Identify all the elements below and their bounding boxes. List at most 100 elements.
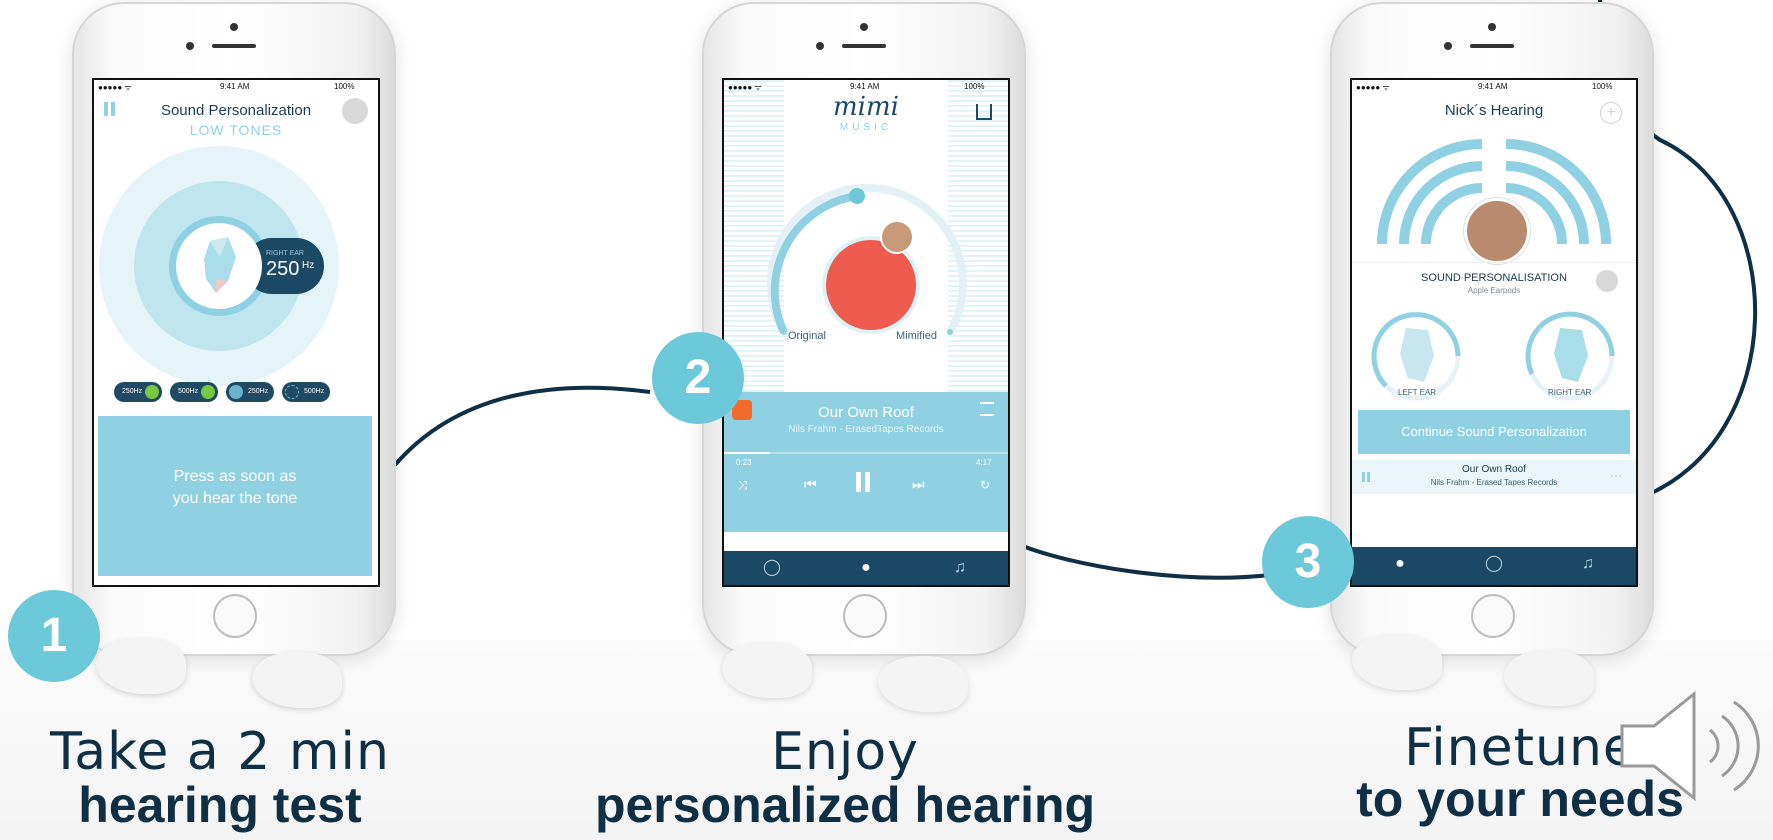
mini-artist: Nils Frahm - Erased Tapes Records	[1430, 478, 1558, 487]
mini-track: Our Own Roof	[1462, 464, 1526, 475]
shuffle-icon[interactable]: ⤨	[738, 478, 748, 493]
press-text-line1: Press as soon as	[173, 468, 297, 485]
tab-bar: ● ◯ ♫	[1352, 547, 1636, 585]
track-artist: Nils Frahm - ErasedTapes Records	[788, 424, 944, 435]
check-icon	[201, 385, 215, 399]
phone-camera	[860, 23, 868, 31]
music-tab-icon[interactable]: ♫	[1578, 554, 1598, 574]
step-1-caption: Take a 2 min hearing test	[30, 722, 410, 834]
time-elapsed: 0:23	[736, 458, 752, 467]
earphones-icon[interactable]	[342, 98, 368, 124]
user-avatar[interactable]	[1464, 198, 1530, 264]
step-badge-3: 3	[1262, 516, 1354, 608]
status-time: 9:41 AM	[1478, 82, 1508, 91]
mimi-tab-icon[interactable]: ●	[856, 558, 876, 578]
phone-speaker	[842, 44, 886, 48]
signal-icon: ●●●●● ᯤ	[98, 83, 132, 92]
phone-sensor	[816, 42, 824, 50]
section-subtitle: Apple Earpods	[1467, 286, 1521, 295]
freq-chip[interactable]: 250Hz	[114, 382, 162, 402]
freq-chip[interactable]: 500Hz	[282, 382, 330, 402]
phone-2: ●●●●● ᯤ 9:41 AM 100% mimi MUSIC Original…	[702, 2, 1026, 656]
music-tab-icon[interactable]: ♫	[950, 558, 970, 578]
caption-bold: personalized hearing	[594, 777, 1096, 833]
ear-icon-bg	[176, 223, 262, 309]
status-time: 9:41 AM	[850, 82, 880, 91]
profile-tab-icon[interactable]: ◯	[762, 558, 782, 578]
user-avatar[interactable]	[880, 220, 914, 254]
app-logo: mimi	[833, 92, 899, 122]
phone-sensor	[1444, 42, 1452, 50]
section-title: SOUND PERSONALISATION	[1421, 272, 1567, 284]
phone-camera	[1488, 23, 1496, 31]
pause-icon[interactable]	[856, 472, 861, 492]
share-icon[interactable]	[976, 104, 992, 120]
status-bar: ●●●●● ᯤ 9:41 AM 100%	[1352, 82, 1636, 92]
caption-light: Enjoy	[771, 722, 919, 782]
signal-icon: ●●●●● ᯤ	[1356, 83, 1390, 92]
label-original: Original	[788, 330, 826, 342]
status-bar: ●●●●● ᯤ 9:41 AM 100%	[724, 82, 1008, 92]
mimi-tab-icon[interactable]: ◯	[1484, 554, 1504, 574]
screen-title: Nick´s Hearing	[1444, 102, 1544, 119]
screen-title: Sound Personalization	[160, 102, 312, 119]
home-button	[213, 594, 257, 638]
chip-label: 250Hz	[248, 388, 269, 395]
freq-chip[interactable]: 500Hz	[170, 382, 218, 402]
add-icon[interactable]: +	[1600, 102, 1622, 124]
speaker-volume-icon	[1620, 690, 1760, 802]
phone-camera	[230, 23, 238, 31]
divider	[1352, 262, 1636, 263]
step-2-caption: Enjoy personalized hearing	[580, 722, 1110, 834]
step-badge-1: 1	[8, 590, 100, 682]
freq-value: 250	[266, 258, 300, 280]
left-ear-label: LEFT EAR	[1398, 388, 1437, 397]
continue-button[interactable]: Continue Sound Personalization	[1358, 410, 1630, 454]
time-total: 4:17	[976, 458, 992, 467]
status-battery: 100%	[334, 82, 355, 91]
status-battery: 100%	[964, 82, 985, 91]
ear-icon	[204, 237, 236, 293]
mini-player[interactable]: Our Own Roof Nils Frahm - Erased Tapes R…	[1352, 460, 1636, 494]
screen-hearing-test: ●●●●● ᯤ 9:41 AM 100% Sound Personalizati…	[92, 78, 380, 587]
chip-label: 500Hz	[178, 388, 199, 395]
progress-fill	[724, 452, 770, 454]
previous-icon[interactable]: ⏮	[804, 476, 817, 493]
next-icon[interactable]: ⏭	[912, 476, 925, 493]
pending-dot-icon	[285, 385, 299, 399]
phone-speaker	[1470, 44, 1514, 48]
home-button	[1471, 594, 1515, 638]
screen-music-player: ●●●●● ᯤ 9:41 AM 100% mimi MUSIC Original…	[722, 78, 1010, 587]
phone-1: ●●●●● ᯤ 9:41 AM 100% Sound Personalizati…	[72, 2, 396, 656]
chip-label: 250Hz	[122, 388, 143, 395]
player-panel: Our Own Roof Nils Frahm - ErasedTapes Re…	[724, 392, 1008, 532]
check-icon	[145, 385, 159, 399]
ear-label: RIGHT EAR	[266, 250, 304, 257]
status-time: 9:41 AM	[220, 82, 250, 91]
screen-subtitle: LOW TONES	[189, 122, 283, 138]
status-bar: ●●●●● ᯤ 9:41 AM 100%	[94, 82, 378, 92]
earphones-icon[interactable]	[1596, 270, 1618, 292]
press-text-line2: you hear the tone	[172, 490, 298, 507]
progress-dot-icon	[229, 385, 243, 399]
screen-hearing-profile: ●●●●● ᯤ 9:41 AM 100% Nick´s Hearing + SO…	[1350, 78, 1638, 587]
track-title: Our Own Roof	[818, 404, 914, 421]
label-mimified: Mimified	[896, 330, 937, 342]
tab-bar: ◯ ● ♫	[724, 551, 1008, 585]
phone-sensor	[186, 42, 194, 50]
status-battery: 100%	[1592, 82, 1613, 91]
home-button	[843, 594, 887, 638]
chip-label: 500Hz	[304, 388, 325, 395]
caption-light: Take a 2 min	[50, 722, 390, 782]
phone-speaker	[212, 44, 256, 48]
press-tone-button[interactable]: Press as soon as you hear the tone	[98, 416, 372, 576]
more-icon[interactable]: ···	[1610, 468, 1622, 482]
profile-tab-icon[interactable]: ●	[1390, 554, 1410, 574]
phone-3: ●●●●● ᯤ 9:41 AM 100% Nick´s Hearing + SO…	[1330, 2, 1654, 656]
step-badge-2: 2	[652, 332, 744, 424]
app-logo-sub: MUSIC	[839, 122, 893, 133]
freq-unit: Hz	[302, 260, 315, 271]
repeat-icon[interactable]: ↻	[980, 478, 990, 492]
right-ear-label: RIGHT EAR	[1548, 388, 1592, 397]
freq-chip[interactable]: 250Hz	[226, 382, 274, 402]
